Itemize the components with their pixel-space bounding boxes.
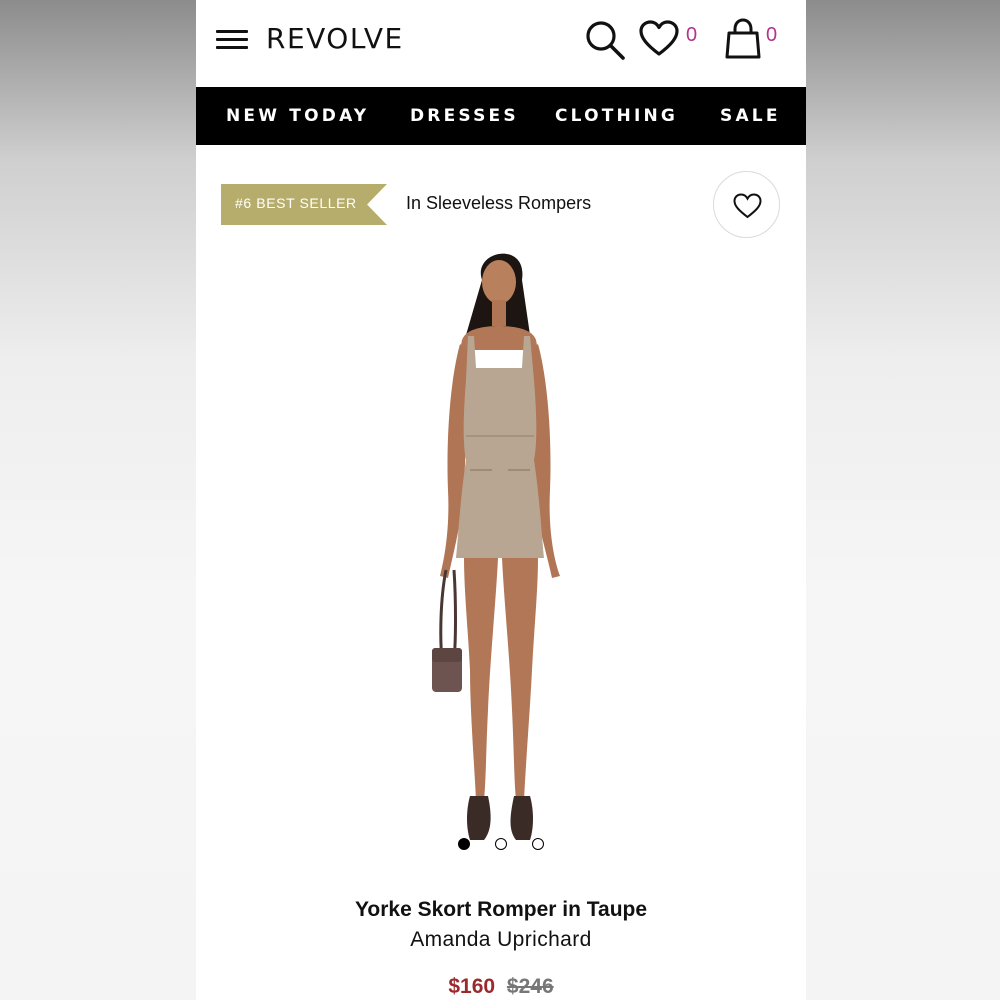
product-image[interactable] [410,240,590,865]
nav-item-sale[interactable]: SALE [720,106,781,126]
nav-item-dresses[interactable]: DRESSES [410,106,519,126]
menu-icon[interactable] [216,30,248,52]
wishlist-count: 0 [686,24,698,46]
product-brand[interactable]: Amanda Uprichard [196,928,806,952]
shopping-bag-icon[interactable] [723,18,763,60]
site-header: REVOLVE 0 0 [196,0,806,86]
sale-price: $160 [448,975,496,998]
carousel-dot-2[interactable] [495,838,507,850]
carousel-dot-3[interactable] [532,838,544,850]
best-seller-badge: #6 BEST SELLER [221,184,387,225]
category-nav: NEW TODAY DRESSES CLOTHING SALE [196,87,806,145]
carousel-dot-1[interactable] [458,838,470,850]
heart-outline-icon [733,193,762,219]
site-logo[interactable]: REVOLVE [266,22,404,55]
product-name: Yorke Skort Romper in Taupe [354,898,648,921]
product-price: $160 $246 [196,975,806,999]
bag-count: 0 [766,24,778,46]
nav-item-new-today[interactable]: NEW TODAY [226,106,369,126]
best-seller-label: #6 BEST SELLER [235,195,357,211]
background-right [806,0,1000,1000]
heart-icon[interactable] [639,20,679,58]
add-to-wishlist-button[interactable] [713,171,780,238]
background-left [0,0,196,1000]
nav-item-clothing[interactable]: CLOTHING [555,106,678,126]
original-price: $246 [506,975,554,998]
best-seller-category[interactable]: In Sleeveless Rompers [406,193,591,214]
product-page: REVOLVE 0 0 NEW TODAY DRESSES CLOTHING S… [196,0,806,1000]
search-icon[interactable] [584,19,626,61]
